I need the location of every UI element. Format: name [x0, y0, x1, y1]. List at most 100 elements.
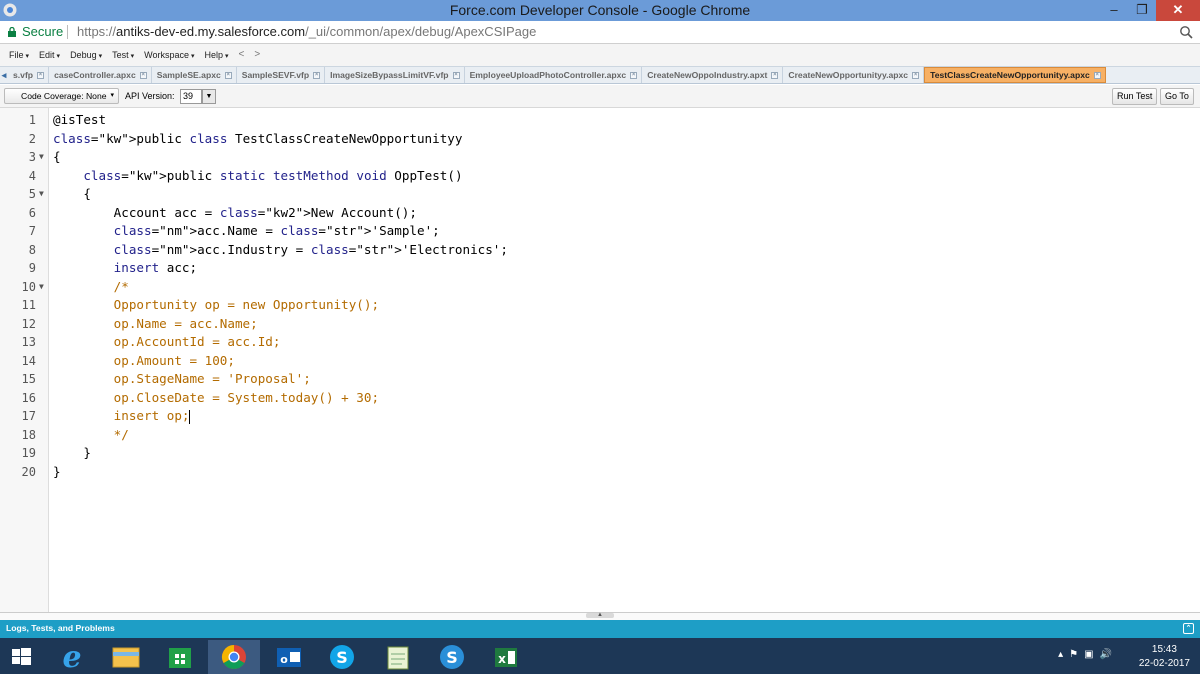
- tab-samplese[interactable]: SampleSE.apxc ×: [152, 67, 237, 83]
- code-line[interactable]: 2 class="kw">public class TestClassCreate…: [0, 130, 1150, 149]
- close-icon[interactable]: ×: [452, 71, 460, 79]
- code-editor[interactable]: 1 @isTest 2 class="kw">public class TestCla…: [0, 108, 1200, 612]
- fold-arrow-icon[interactable]: ▼: [39, 278, 44, 297]
- store-icon[interactable]: [154, 640, 206, 674]
- code-line[interactable]: 20}: [0, 463, 1150, 482]
- line-number: 10: [21, 279, 36, 294]
- secure-label: Secure: [22, 24, 64, 39]
- close-icon[interactable]: ×: [771, 71, 779, 79]
- line-number: 15: [21, 372, 36, 386]
- outlook-icon[interactable]: o: [263, 640, 315, 674]
- chevron-down-icon: ▾: [191, 53, 195, 60]
- url-text[interactable]: https://antiks-dev-ed.my.salesforce.com/…: [77, 21, 536, 43]
- tab-scroll-left-icon[interactable]: ◂: [0, 67, 8, 83]
- code-text: insert op;: [53, 408, 191, 424]
- code-line[interactable]: 13 op.AccountId = acc.Id;: [0, 333, 1150, 352]
- code-line[interactable]: 15 op.StageName = 'Proposal';: [0, 370, 1150, 389]
- tray-icons[interactable]: ▴⚑▣🔊: [1058, 649, 1118, 660]
- code-line[interactable]: 10 ▼ /*: [0, 278, 1150, 297]
- fold-arrow-icon[interactable]: ▼: [39, 185, 44, 204]
- code-text: insert acc;: [113, 260, 198, 275]
- svg-text:e: e: [62, 640, 81, 674]
- address-bar[interactable]: Secure https://antiks-dev-ed.my.salesfor…: [0, 21, 1200, 44]
- tab-imagesizebypass[interactable]: ImageSizeBypassLimitVF.vfp ×: [325, 67, 465, 83]
- close-icon[interactable]: ×: [630, 71, 638, 79]
- skype-business-icon[interactable]: S: [426, 640, 478, 674]
- tab-casecontroller[interactable]: caseController.apxc ×: [49, 67, 152, 83]
- back-button[interactable]: <: [234, 44, 250, 66]
- code-line[interactable]: 9 insert acc;: [0, 259, 1150, 278]
- code-text: class="nm">acc.Industry = class="str">'E…: [113, 241, 508, 257]
- run-test-button[interactable]: Run Test: [1112, 88, 1158, 105]
- minimize-button[interactable]: –: [1100, 0, 1128, 21]
- menu-help[interactable]: Help ▾: [200, 44, 234, 66]
- skype-icon[interactable]: S: [316, 640, 368, 674]
- close-icon[interactable]: ×: [224, 71, 232, 79]
- code-line[interactable]: 19 }: [0, 444, 1150, 463]
- code-coverage-dropdown[interactable]: Code Coverage: None ▾: [4, 88, 119, 104]
- tab-createnewoppoindustry[interactable]: CreateNewOppoIndustry.apxt ×: [642, 67, 784, 83]
- code-line[interactable]: 5 ▼ {: [0, 185, 1150, 204]
- menu-edit[interactable]: Edit ▾: [34, 44, 65, 66]
- code-line[interactable]: 3 ▼ {: [0, 148, 1150, 167]
- line-number: 7: [28, 224, 36, 238]
- line-number: 12: [21, 316, 36, 331]
- notepad-icon[interactable]: [372, 640, 424, 674]
- code-line[interactable]: 8 class="nm">acc.Industry = class="str">…: [0, 241, 1150, 260]
- code-text: class="nm">acc.Name = class="str">'Sampl…: [113, 223, 440, 238]
- code-line[interactable]: 18 */: [0, 426, 1150, 445]
- close-button[interactable]: ✕: [1156, 0, 1200, 21]
- logs-panel-header[interactable]: Logs, Tests, and Problems ⌃: [0, 620, 1200, 638]
- close-icon[interactable]: ×: [37, 71, 45, 79]
- zoom-icon[interactable]: [1179, 25, 1193, 39]
- svg-text:x: x: [498, 652, 506, 666]
- code-line[interactable]: 4 class="kw">public static testMethod vo…: [0, 167, 1150, 186]
- chrome-icon[interactable]: [208, 640, 260, 674]
- code-line[interactable]: 6 Account acc = class="kw2">New Account(…: [0, 204, 1150, 223]
- fold-arrow-icon[interactable]: ▼: [39, 148, 44, 167]
- line-number: 18: [21, 427, 36, 442]
- internet-explorer-icon[interactable]: e: [46, 640, 98, 674]
- code-line[interactable]: 1 @isTest: [0, 111, 1150, 130]
- restore-button[interactable]: ❐: [1128, 0, 1156, 21]
- close-icon[interactable]: ×: [912, 71, 920, 79]
- tab-testclasscreatenewopportunityy[interactable]: TestClassCreateNewOpportunityy.apxc ×: [924, 67, 1106, 83]
- go-to-button[interactable]: Go To: [1160, 88, 1194, 105]
- menu-workspace[interactable]: Workspace ▾: [139, 44, 199, 66]
- logs-panel-label: Logs, Tests, and Problems: [6, 623, 115, 633]
- chevron-down-icon: ▾: [130, 53, 135, 60]
- line-number: 4: [28, 168, 36, 183]
- expand-icon[interactable]: ⌃: [1183, 623, 1194, 634]
- excel-icon[interactable]: x: [480, 640, 532, 674]
- file-explorer-icon[interactable]: [100, 640, 152, 674]
- api-version-select[interactable]: 39: [180, 89, 202, 104]
- code-line[interactable]: 16 op.CloseDate = System.today() + 30;: [0, 389, 1150, 408]
- code-line[interactable]: 17 insert op;: [0, 407, 1150, 426]
- forward-button[interactable]: >: [249, 44, 265, 66]
- menu-file[interactable]: File ▾: [4, 44, 34, 66]
- code-text: }: [53, 463, 61, 479]
- menu-test[interactable]: Test ▾: [107, 44, 139, 66]
- close-icon[interactable]: ×: [139, 71, 147, 79]
- close-icon[interactable]: ×: [1093, 71, 1101, 79]
- code-line[interactable]: 12 op.Name = acc.Name;: [0, 315, 1150, 334]
- code-text: }: [53, 445, 91, 460]
- code-text: op.Name = acc.Name;: [53, 315, 258, 331]
- menu-debug[interactable]: Debug ▾: [65, 44, 107, 66]
- tab-s-vfp[interactable]: s.vfp ×: [8, 67, 50, 83]
- tab-samplesevf[interactable]: SampleSEVF.vfp ×: [237, 67, 326, 83]
- code-line[interactable]: 14 op.Amount = 100;: [0, 352, 1150, 371]
- tab-employeeuploadphoto[interactable]: EmployeeUploadPhotoController.apxc ×: [465, 67, 643, 83]
- window-title: Force.com Developer Console - Google Chr…: [449, 2, 751, 18]
- editor-toolbar: Code Coverage: None ▾ API Version: 39 ▼ R…: [0, 85, 1200, 108]
- code-line[interactable]: 11 Opportunity op = new Opportunity();: [0, 296, 1150, 315]
- code-text: @isTest: [53, 112, 107, 127]
- chevron-down-icon[interactable]: ▼: [202, 89, 216, 104]
- code-line[interactable]: 7 class="nm">acc.Name = class="str">'Sam…: [0, 222, 1150, 241]
- code-text: Opportunity op = new Opportunity();: [53, 297, 380, 312]
- tab-createnewopportunityy[interactable]: CreateNewOpportunityy.apxc ×: [783, 67, 925, 83]
- clock[interactable]: 15:43 22-02-2017: [1139, 643, 1190, 671]
- windows-start-icon[interactable]: [0, 640, 44, 674]
- close-icon[interactable]: ×: [313, 71, 321, 79]
- drag-handle-icon[interactable]: ▲: [586, 612, 614, 618]
